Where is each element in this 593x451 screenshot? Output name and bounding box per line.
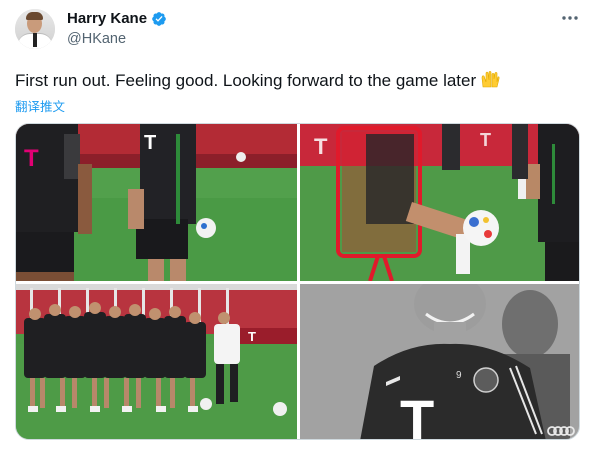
author-name[interactable]: Harry Kane [67,10,147,27]
kit-logo-4: T [400,388,434,440]
media-grid: T T T T T T 9 [15,123,580,440]
raised-hands-emoji-icon [481,70,500,88]
photo-4[interactable]: T 9 [300,284,579,440]
author-handle[interactable]: @HKane [67,31,126,47]
verified-badge-icon [152,12,166,26]
photo-2[interactable]: T T [300,124,579,281]
kit-number-4: 9 [456,370,462,381]
kit-logo-1b: T [144,132,156,154]
photo-1[interactable]: T T [16,124,297,281]
author-avatar[interactable] [15,9,55,49]
tweet-text: First run out. Feeling good. Looking for… [15,70,500,91]
more-options-icon[interactable] [560,10,580,26]
translate-link[interactable]: 翻译推文 [15,96,65,115]
kit-logo-1: T [24,145,39,172]
svg-text:T: T [480,130,491,150]
tweet-body: First run out. Feeling good. Looking for… [15,71,477,90]
svg-text:T: T [314,134,328,159]
kit-logo-3: T [248,329,256,344]
photo-3[interactable]: T [16,284,297,439]
